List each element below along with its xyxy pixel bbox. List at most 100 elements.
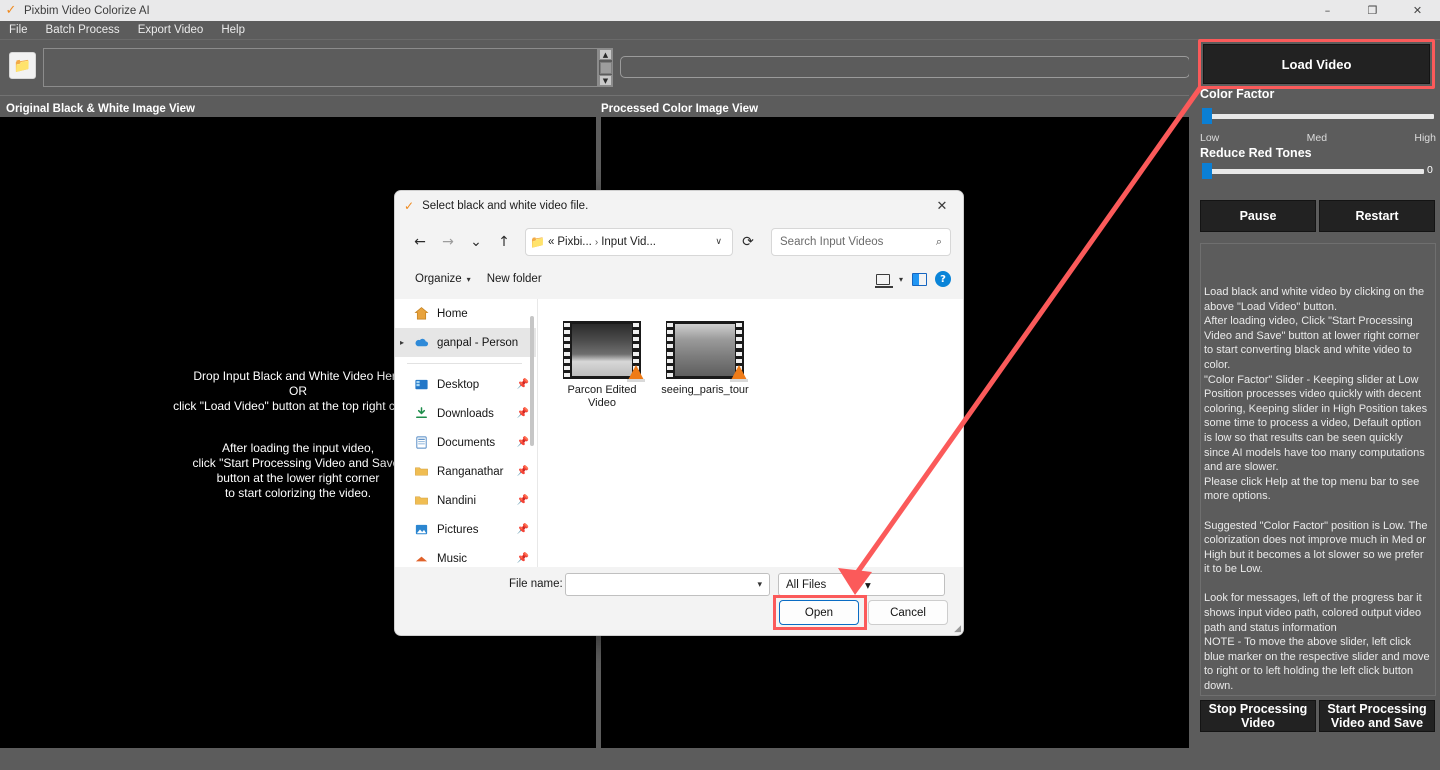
pin-icon[interactable]: 📌: [517, 524, 529, 535]
sidebar-scrollbar[interactable]: [530, 316, 534, 446]
list-item[interactable]: Parcon Edited Video: [552, 321, 652, 410]
chevron-down-icon: ▾: [466, 274, 471, 284]
layout-view-icon[interactable]: [871, 268, 895, 290]
organize-button[interactable]: Organize ▾: [407, 269, 479, 289]
address-prefix: «: [547, 236, 555, 248]
film-strip-icon: [563, 321, 645, 382]
sidebar-item-documents[interactable]: Documents 📌: [395, 428, 536, 457]
scroll-up-icon[interactable]: ▲: [599, 49, 612, 60]
help-icon[interactable]: ?: [935, 271, 951, 287]
open-folder-button[interactable]: 📁: [9, 52, 36, 79]
search-box[interactable]: ⌕: [771, 228, 951, 256]
color-factor-slider[interactable]: [1202, 108, 1434, 124]
dialog-close-icon[interactable]: ✕: [921, 191, 963, 221]
sidebar-item-pictures[interactable]: Pictures 📌: [395, 515, 536, 544]
refresh-icon[interactable]: ⟳: [735, 229, 761, 255]
address-bar[interactable]: 📁 « Pixbi... › Input Vid... ∨: [525, 228, 733, 256]
breadcrumb-separator: ›: [594, 236, 599, 248]
cancel-button[interactable]: Cancel: [868, 600, 948, 625]
load-video-button[interactable]: Load Video: [1203, 44, 1430, 84]
vlc-media-icon: [627, 365, 645, 382]
forward-icon[interactable]: →: [435, 229, 461, 255]
film-strip-icon: [666, 321, 748, 382]
dialog-navigation-bar: ← → ⌄ ↑ 📁 « Pixbi... › Input Vid... ∨ ⟳ …: [395, 221, 963, 263]
sidebar-item-label: Music: [437, 552, 468, 565]
scroll-down-icon[interactable]: ▼: [599, 75, 612, 86]
color-factor-thumb[interactable]: [1202, 108, 1212, 124]
minimize-icon[interactable]: –: [1305, 0, 1350, 21]
original-view-label: Original Black & White Image View: [6, 103, 195, 115]
pause-button[interactable]: Pause: [1200, 200, 1316, 232]
sidebar-item-onedrive[interactable]: ▸ ganpal - Person: [395, 328, 536, 357]
new-folder-button[interactable]: New folder: [479, 269, 550, 289]
chevron-down-icon[interactable]: ▾: [757, 580, 769, 590]
file-open-dialog: ✓ Select black and white video file. ✕ ←…: [394, 190, 964, 636]
sidebar-item-downloads[interactable]: Downloads 📌: [395, 399, 536, 428]
search-input[interactable]: [780, 236, 936, 248]
tick-high: High: [1414, 132, 1436, 144]
list-item[interactable]: seeing_paris_tour: [655, 321, 755, 397]
file-name-input[interactable]: [566, 578, 758, 591]
chevron-down-icon[interactable]: ∨: [709, 237, 728, 247]
menu-item-file[interactable]: File: [0, 21, 37, 40]
color-factor-label: Color Factor: [1200, 87, 1275, 101]
dialog-command-bar: Organize ▾ New folder ▾ ?: [395, 263, 963, 295]
breadcrumb-segment-2[interactable]: Input Vid...: [601, 236, 656, 248]
dialog-sidebar: Home ▸ ganpal - Person Desktop 📌 Downloa…: [395, 299, 537, 567]
dialog-title-bar: ✓ Select black and white video file. ✕: [395, 191, 963, 221]
download-icon: [413, 406, 429, 422]
file-list[interactable]: Parcon Edited Video seeing_paris_tour: [537, 299, 963, 567]
sidebar-item-desktop[interactable]: Desktop 📌: [395, 370, 536, 399]
progress-bar: [620, 56, 1190, 78]
app-logo-icon: ✓: [5, 3, 17, 18]
maximize-icon[interactable]: ❐: [1350, 0, 1395, 21]
pin-icon[interactable]: 📌: [517, 408, 529, 419]
chevron-down-icon[interactable]: ▾: [899, 275, 903, 284]
pin-icon[interactable]: 📌: [517, 553, 529, 564]
vlc-media-icon: [730, 365, 748, 382]
menu-item-batch-process[interactable]: Batch Process: [37, 21, 129, 40]
pin-icon[interactable]: 📌: [517, 437, 529, 448]
stop-processing-button[interactable]: Stop Processing Video: [1200, 700, 1316, 732]
status-message-scrollbar[interactable]: ▲ ▼: [598, 48, 613, 87]
up-icon[interactable]: ↑: [491, 229, 517, 255]
reduce-red-thumb[interactable]: [1202, 163, 1212, 179]
restart-button[interactable]: Restart: [1319, 200, 1435, 232]
file-name-field[interactable]: ▾: [565, 573, 770, 596]
scrollbar-thumb[interactable]: [599, 61, 612, 74]
organize-label: Organize: [415, 273, 462, 285]
reduce-red-slider[interactable]: [1202, 163, 1424, 179]
menu-item-export-video[interactable]: Export Video: [129, 21, 213, 40]
window-title: Pixbim Video Colorize AI: [24, 4, 150, 17]
pin-icon[interactable]: 📌: [517, 466, 529, 477]
menu-bar: File Batch Process Export Video Help: [0, 21, 1440, 40]
chevron-down-icon[interactable]: ▾: [858, 578, 944, 592]
open-button[interactable]: Open: [779, 600, 859, 625]
breadcrumb-segment-1[interactable]: Pixbi...: [557, 236, 592, 248]
menu-item-help[interactable]: Help: [212, 21, 254, 40]
recent-locations-icon[interactable]: ⌄: [463, 229, 489, 255]
pin-icon[interactable]: 📌: [517, 379, 529, 390]
pin-icon[interactable]: 📌: [517, 495, 529, 506]
back-icon[interactable]: ←: [407, 229, 433, 255]
dialog-title: Select black and white video file.: [422, 200, 589, 212]
sidebar-item-home[interactable]: Home: [395, 299, 536, 328]
resize-grip[interactable]: ◢: [954, 624, 961, 634]
start-processing-button[interactable]: Start Processing Video and Save: [1319, 700, 1435, 732]
chevron-right-icon[interactable]: ▸: [400, 338, 404, 347]
dialog-app-logo-icon: ✓: [404, 199, 415, 213]
search-icon[interactable]: ⌕: [936, 235, 942, 249]
pictures-icon: [413, 522, 429, 538]
sidebar-item-ranganathar[interactable]: Ranganathar 📌: [395, 457, 536, 486]
sidebar-item-nandini[interactable]: Nandini 📌: [395, 486, 536, 515]
address-folder-icon: 📁: [530, 235, 545, 249]
list-item-label: seeing_paris_tour: [661, 384, 749, 396]
info-help-text: Load black and white video by clicking o…: [1204, 286, 1430, 693]
preview-pane-icon[interactable]: [907, 268, 931, 290]
close-icon[interactable]: ✕: [1395, 0, 1440, 21]
sidebar-item-music[interactable]: Music 📌: [395, 544, 536, 567]
status-message-area[interactable]: [43, 48, 598, 87]
color-factor-ticks: Low Med High: [1200, 132, 1436, 144]
file-type-select[interactable]: All Files ▾: [778, 573, 945, 596]
tick-low: Low: [1200, 132, 1220, 144]
